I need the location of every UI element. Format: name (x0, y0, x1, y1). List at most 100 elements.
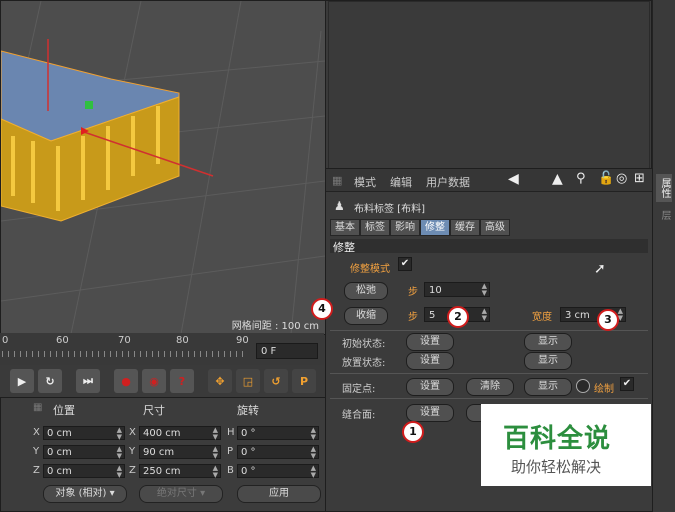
pos-y-value: 0 cm (47, 447, 72, 458)
menu-edit[interactable]: 编辑 (390, 174, 412, 190)
shrink-steps-value: 5 (429, 310, 436, 321)
dress-mode-checkbox[interactable]: ✔ (398, 257, 412, 271)
tab-basic[interactable]: 基本 (330, 219, 360, 236)
coordinate-manager: ▦ 位置 尺寸 旋转 X 0 cm ▲ ▼ Y 0 cm ▲ ▼ Z 0 cm ▲ ▼ X … (0, 397, 326, 512)
relax-state-set-button[interactable]: 设置 (406, 352, 454, 370)
pos-z-field[interactable]: 0 cm ▲ ▼ (43, 464, 125, 479)
init-state-show-button[interactable]: 显示 (524, 333, 572, 351)
play-forward-icon[interactable]: ▶ (10, 369, 34, 393)
size-y-value: 90 cm (143, 447, 175, 458)
3d-viewport[interactable]: 网格间距 : 100 cm (0, 0, 326, 335)
grip-icon: ▦ (332, 174, 343, 187)
rot-p-label: P (227, 446, 234, 457)
rot-h-value: 0 ° (241, 428, 256, 439)
size-y-label: Y (129, 446, 136, 457)
relax-state-label: 放置状态: (342, 358, 386, 369)
section-title: 修整 (333, 241, 355, 254)
tab-influence[interactable]: 影响 (390, 219, 420, 236)
rot-b-value: 0 ° (241, 466, 256, 477)
z-axis-handle (85, 101, 93, 109)
menu-mode[interactable]: 模式 (354, 174, 376, 190)
pos-x-value: 0 cm (47, 428, 72, 439)
position-header: 位置 (53, 404, 75, 417)
pos-x-label: X (33, 427, 40, 438)
mouse-cursor-icon: ➚ (594, 261, 606, 277)
timeline-ruler (2, 351, 248, 357)
size-mode-value: 绝对尺寸 (156, 488, 197, 499)
apply-button[interactable]: 应用 (237, 485, 321, 503)
record-keyframe-icon[interactable]: ● (114, 369, 138, 393)
tab-advanced[interactable]: 高级 (480, 219, 510, 236)
watermark-subtitle: 助你轻松解决 (511, 458, 602, 476)
grip-icon: ▦ (33, 402, 43, 413)
search-icon[interactable]: ⚲ (576, 171, 586, 186)
rotate-tool-icon[interactable]: ↺ (264, 369, 288, 393)
timeline-tick: 80 (176, 335, 189, 346)
back-arrow-icon[interactable]: ◀ (508, 171, 519, 187)
object-mode-dropdown[interactable]: 对象 (相对) ▾ (43, 485, 127, 503)
color-swatch-icon[interactable] (576, 379, 590, 393)
size-z-label: Z (129, 465, 136, 476)
object-title: 布料标签 [布料] (354, 204, 425, 215)
pos-y-field[interactable]: 0 cm ▲ ▼ (43, 445, 125, 460)
tab-tag[interactable]: 标签 (360, 219, 390, 236)
timeline-tick: 60 (56, 335, 69, 346)
up-arrow-icon[interactable]: ▲ (552, 171, 563, 187)
draw-label: 绘制 (594, 384, 614, 395)
rot-b-label: B (227, 465, 234, 476)
size-x-field[interactable]: 400 cm ▲ ▼ (139, 426, 221, 441)
pos-x-field[interactable]: 0 cm ▲ ▼ (43, 426, 125, 441)
loop-icon[interactable]: ↻ (38, 369, 62, 393)
current-frame-field[interactable]: 0 F (256, 343, 318, 359)
divider (330, 398, 648, 399)
scale-tool-icon[interactable]: ◲ (236, 369, 260, 393)
annotation-badge: 3 (597, 309, 619, 331)
object-list-area (328, 1, 650, 169)
rot-h-field[interactable]: 0 ° ▲ ▼ (237, 426, 319, 441)
pos-z-label: Z (33, 465, 40, 476)
tab-dresser[interactable]: 修整 (420, 219, 450, 236)
position-track-icon[interactable]: P (292, 369, 316, 393)
key-help-icon[interactable]: ? (170, 369, 194, 393)
init-state-label: 初始状态: (342, 339, 386, 350)
relax-button[interactable]: 松弛 (344, 282, 388, 300)
size-z-value: 250 cm (143, 466, 181, 477)
rot-b-field[interactable]: 0 ° ▲ ▼ (237, 464, 319, 479)
target-icon[interactable]: ◎ (616, 171, 627, 186)
seam-set-button[interactable]: 设置 (406, 404, 454, 422)
menu-user-data[interactable]: 用户数据 (426, 174, 470, 190)
object-mode-value: 对象 (相对) (55, 488, 107, 499)
grid-spacing-readout: 网格间距 : 100 cm (231, 321, 319, 332)
draw-checkbox[interactable]: ✔ (620, 377, 634, 391)
rot-h-label: H (227, 427, 235, 438)
viewport-scene (1, 1, 325, 334)
fixed-points-set-button[interactable]: 设置 (406, 378, 454, 396)
goto-end-icon[interactable]: ⏭ (76, 369, 100, 393)
watermark-title: 百科全说 (503, 424, 612, 454)
fixed-points-clear-button[interactable]: 清除 (466, 378, 514, 396)
fixed-points-show-button[interactable]: 显示 (524, 378, 572, 396)
new-panel-icon[interactable]: ⊞ (634, 171, 645, 186)
dress-mode-label: 修整模式 (350, 264, 390, 275)
size-mode-dropdown[interactable]: 绝对尺寸 ▾ (139, 485, 223, 503)
init-state-set-button[interactable]: 设置 (406, 333, 454, 351)
shrink-step-label: 步 (408, 312, 418, 323)
relax-state-show-button[interactable]: 显示 (524, 352, 572, 370)
annotation-badge: 1 (402, 421, 424, 443)
move-tool-icon[interactable]: ✥ (208, 369, 232, 393)
tab-cache[interactable]: 缓存 (450, 219, 480, 236)
timeline[interactable]: 0 60 70 80 90 0 F (0, 333, 324, 365)
annotation-badge: 4 (311, 298, 333, 320)
tab-layers[interactable]: 层 (656, 206, 672, 224)
size-y-field[interactable]: 90 cm ▲ ▼ (139, 445, 221, 460)
tab-attributes[interactable]: 属性 (656, 174, 672, 202)
relax-steps-field[interactable]: 10 ▲ ▼ (424, 282, 490, 297)
rot-p-field[interactable]: 0 ° ▲ ▼ (237, 445, 319, 460)
cloth-tag-icon: ♟ (334, 199, 345, 213)
lock-icon[interactable]: 🔓 (598, 171, 614, 186)
shrink-button[interactable]: 收缩 (344, 307, 388, 325)
size-z-field[interactable]: 250 cm ▲ ▼ (139, 464, 221, 479)
rot-p-value: 0 ° (241, 447, 256, 458)
auto-key-icon[interactable]: ◉ (142, 369, 166, 393)
attributes-menu-bar: ▦ 模式 编辑 用户数据 ◀ ▲ ⚲ 🔓 ◎ ⊞ (326, 169, 652, 192)
